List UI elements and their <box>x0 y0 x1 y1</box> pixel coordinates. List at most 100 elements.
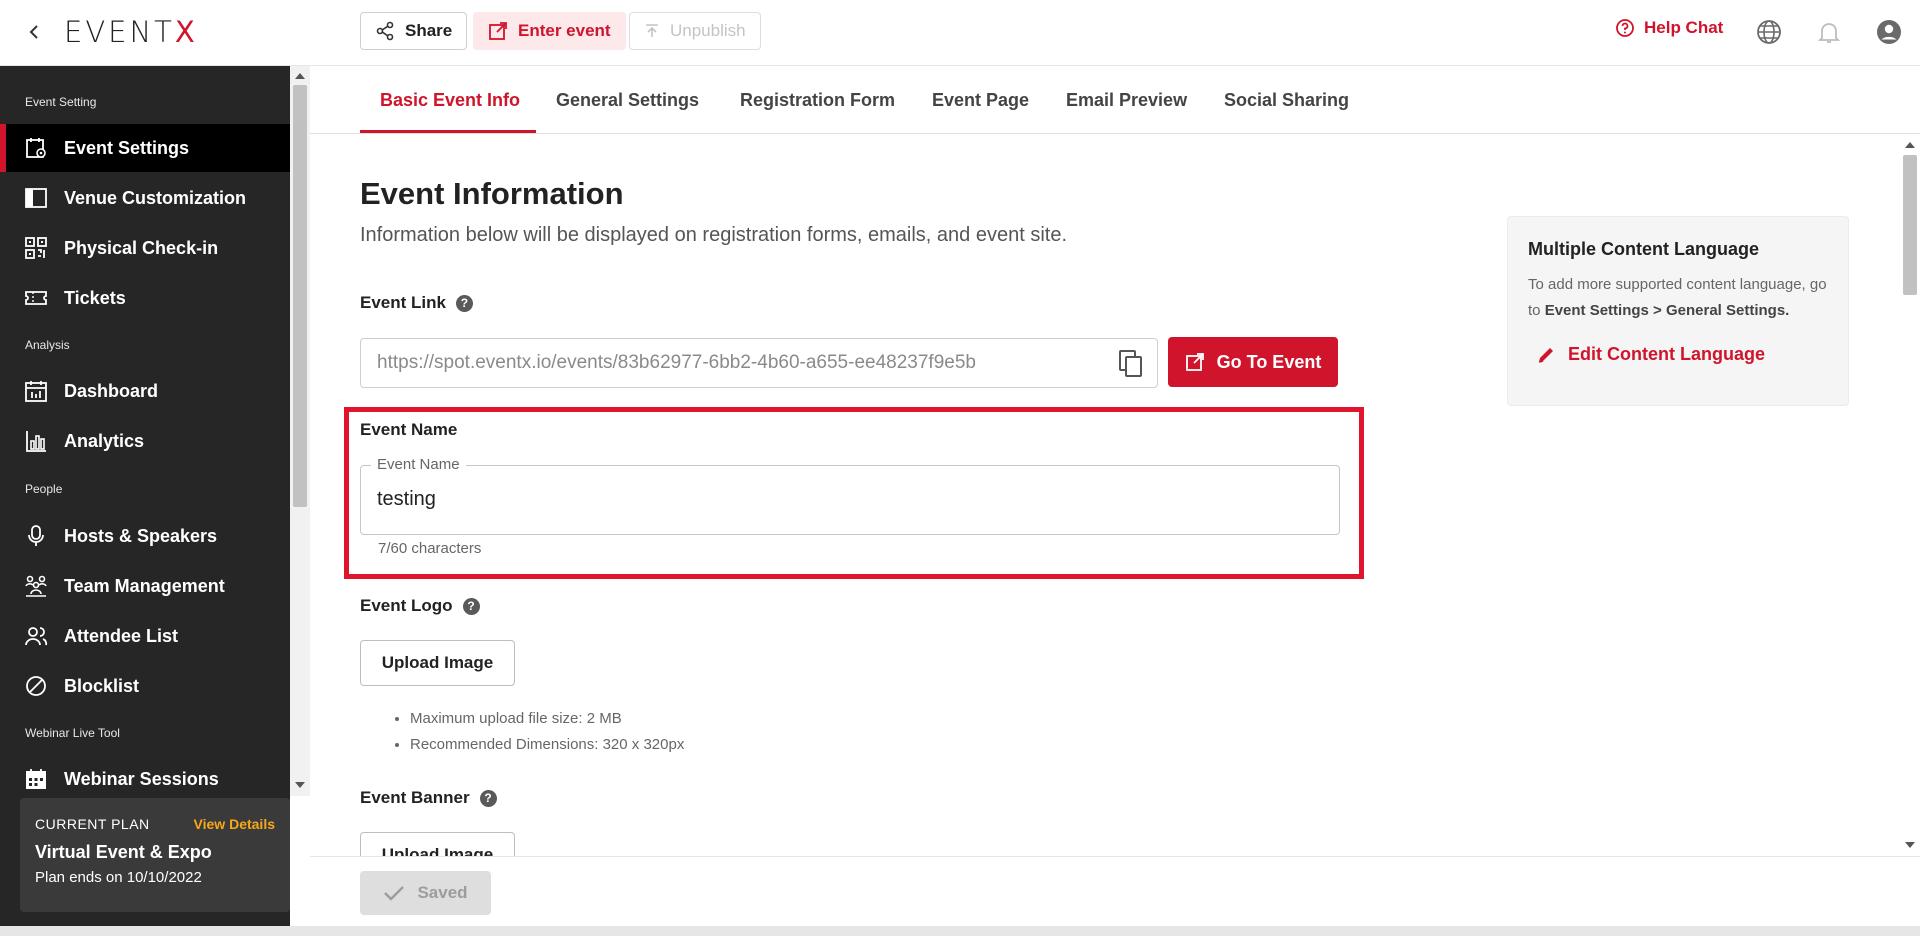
microphone-icon <box>28 525 44 546</box>
help-question-icon[interactable]: ? <box>479 789 497 807</box>
sidebar-item-label: Team Management <box>64 575 225 596</box>
list-item: Recommended Dimensions: 320 x 320px <box>410 732 684 758</box>
sidebar-item-event-settings[interactable]: Event Settings <box>0 124 290 172</box>
event-name-floating-label: Event Name <box>371 456 466 473</box>
sidebar-item-webinar-sessions[interactable]: Webinar Sessions <box>0 755 290 803</box>
content-scroll-down-icon[interactable] <box>1905 842 1915 848</box>
tab-email-preview[interactable]: Email Preview <box>1066 90 1187 111</box>
calendar-grid-icon <box>26 769 46 789</box>
help-chat-button[interactable]: Help Chat <box>1615 18 1723 38</box>
help-question-icon[interactable]: ? <box>455 294 473 312</box>
user-avatar-icon[interactable] <box>1874 17 1904 47</box>
help-question-icon[interactable]: ? <box>462 597 480 615</box>
sidebar-item-label: Tickets <box>64 287 126 308</box>
list-item: Maximum upload file size: 2 MB <box>410 706 684 732</box>
settings-calendar-icon <box>26 138 46 158</box>
tab-basic-event-info[interactable]: Basic Event Info <box>380 90 520 111</box>
scroll-up-arrow-icon[interactable] <box>295 73 305 79</box>
sidebar-item-attendee-list[interactable]: Attendee List <box>0 612 290 660</box>
calendar-dashboard-icon <box>25 381 47 402</box>
qr-code-icon <box>25 237 47 259</box>
tab-registration-form[interactable]: Registration Form <box>740 90 895 111</box>
eventx-logo[interactable]: EVENT X <box>64 14 198 50</box>
share-button[interactable]: Share <box>360 12 468 50</box>
external-link-icon <box>489 22 507 40</box>
sidebar-item-label: Event Settings <box>64 137 190 158</box>
sidebar-item-label: Analytics <box>64 430 145 451</box>
back-chevron-icon[interactable] <box>22 20 46 44</box>
check-icon <box>384 886 405 901</box>
section-label-webinar: Webinar Live Tool <box>25 726 120 740</box>
sidebar-item-label: Physical Check-in <box>64 237 219 258</box>
sidebar-item-dashboard[interactable]: Dashboard <box>0 367 290 415</box>
event-link-field[interactable]: https://spot.eventx.io/events/83b62977-6… <box>360 338 1158 388</box>
active-tab-indicator <box>360 130 536 133</box>
enter-event-button[interactable]: Enter event <box>473 12 626 50</box>
sidebar-item-physical-check-in[interactable]: Physical Check-in <box>0 224 290 272</box>
plan-label: CURRENT PLAN <box>35 816 150 832</box>
sidebar-item-label: Attendee List <box>64 625 179 646</box>
event-link-value: https://spot.eventx.io/events/83b62977-6… <box>377 352 976 373</box>
unpublish-label: Unpublish <box>670 21 746 40</box>
sidebar-item-label: Venue Customization <box>64 187 247 208</box>
content-scroll-up-icon[interactable] <box>1905 142 1915 148</box>
sidebar-item-tickets[interactable]: Tickets <box>0 274 290 322</box>
window-bottom-edge <box>0 926 1920 936</box>
event-name-input[interactable]: Event Name testing <box>360 456 1340 535</box>
plan-end-date: Plan ends on 10/10/2022 <box>35 869 202 886</box>
event-banner-label: Event Banner ? <box>360 788 497 808</box>
sidebar-item-analytics[interactable]: Analytics <box>0 417 290 465</box>
event-logo-label: Event Logo ? <box>360 596 480 616</box>
content-scrollbar-thumb[interactable] <box>1903 155 1917 295</box>
enter-event-label: Enter event <box>518 21 611 40</box>
block-icon <box>26 676 46 696</box>
saved-label: Saved <box>417 883 468 902</box>
bell-icon[interactable] <box>1814 17 1844 47</box>
share-icon <box>376 21 394 41</box>
external-link-icon <box>1185 353 1204 371</box>
event-link-label: Event Link ? <box>360 293 473 313</box>
plan-name: Virtual Event & Expo <box>35 842 212 862</box>
sidebar-item-hosts-speakers[interactable]: Hosts & Speakers <box>0 512 290 560</box>
upload-arrow-icon <box>646 24 658 37</box>
help-circle-icon <box>1616 19 1634 37</box>
logo-requirements-list: Maximum upload file size: 2 MB Recommend… <box>390 706 684 758</box>
view-details-link[interactable]: View Details <box>194 816 275 832</box>
section-label-people: People <box>25 482 63 496</box>
lang-card-title: Multiple Content Language <box>1528 239 1759 259</box>
globe-icon[interactable] <box>1754 17 1784 47</box>
tab-event-page[interactable]: Event Page <box>932 90 1029 111</box>
ticket-icon <box>25 291 47 305</box>
event-name-value: testing <box>377 488 436 510</box>
edit-content-language-button[interactable]: Edit Content Language <box>1536 344 1828 365</box>
help-chat-label: Help Chat <box>1644 18 1724 37</box>
edit-content-language-label: Edit Content Language <box>1568 344 1765 364</box>
bottom-action-bar <box>310 856 1920 928</box>
saved-button[interactable]: Saved <box>360 871 491 915</box>
sidebar-item-label: Hosts & Speakers <box>64 525 218 546</box>
sidebar-item-blocklist[interactable]: Blocklist <box>0 662 290 710</box>
top-bar: EVENT X Share Enter event Unpublish Help … <box>0 0 1920 66</box>
sidebar-item-venue-customization[interactable]: Venue Customization <box>0 174 290 222</box>
character-count: 7/60 characters <box>378 540 482 557</box>
bar-chart-icon <box>26 431 46 452</box>
team-icon <box>25 575 47 597</box>
sidebar-item-label: Webinar Sessions <box>64 768 219 789</box>
copy-icon[interactable] <box>1117 349 1145 385</box>
scroll-down-arrow-icon[interactable] <box>295 782 305 788</box>
unpublish-button[interactable]: Unpublish <box>629 12 761 50</box>
event-name-label: Event Name <box>360 420 458 439</box>
tab-social-sharing[interactable]: Social Sharing <box>1224 90 1349 111</box>
tab-bar: Basic Event Info General Settings Regist… <box>310 66 1920 134</box>
tab-general-settings[interactable]: General Settings <box>556 90 699 111</box>
upload-logo-button[interactable]: Upload Image <box>360 640 515 686</box>
current-plan-card: CURRENT PLAN View Details Virtual Event … <box>20 798 290 912</box>
sidebar-item-label: Dashboard <box>64 380 159 401</box>
section-label-event-setting: Event Setting <box>25 95 97 109</box>
sidebar-scrollbar-thumb[interactable] <box>293 85 307 507</box>
sidebar-item-team-management[interactable]: Team Management <box>0 562 290 610</box>
layout-icon <box>25 188 47 208</box>
people-icon <box>25 627 48 646</box>
go-to-event-button[interactable]: Go To Event <box>1168 337 1338 387</box>
pencil-icon <box>1538 347 1553 363</box>
